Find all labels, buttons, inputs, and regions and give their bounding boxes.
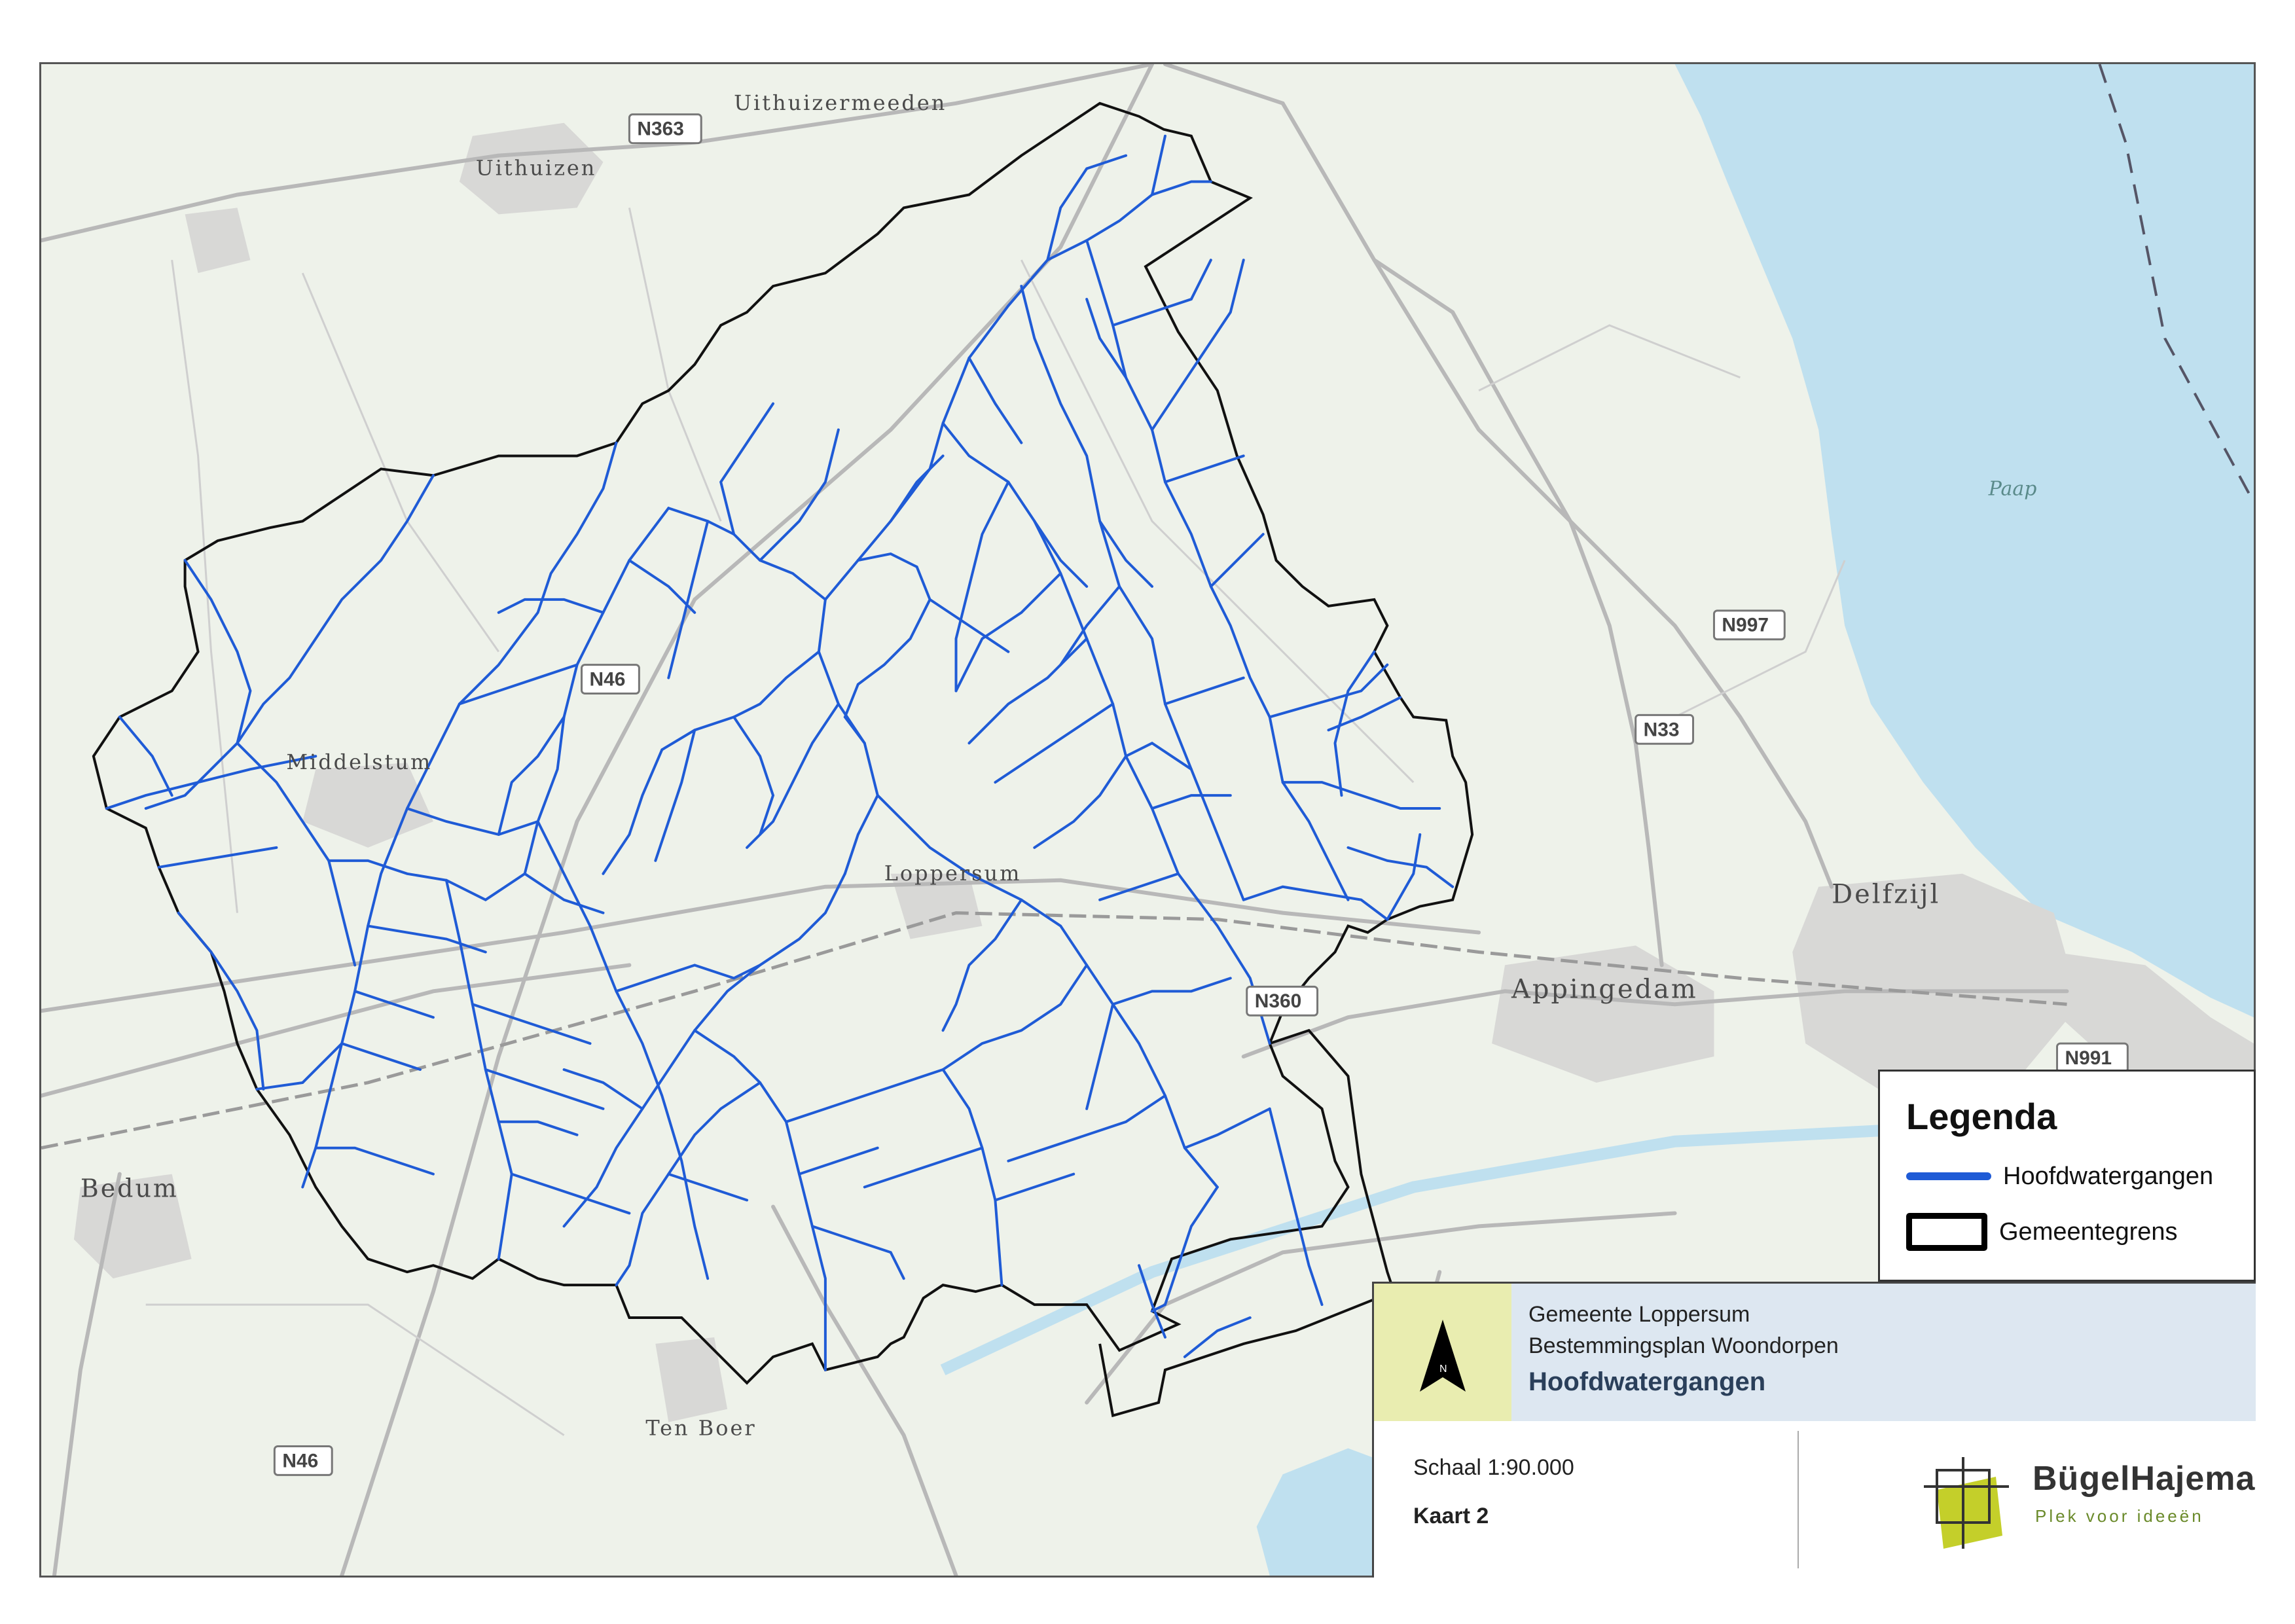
municipality-name: Gemeente Loppersum (1528, 1302, 1750, 1327)
place-label: Ten Boer (645, 1416, 756, 1441)
place-label: Bedum (81, 1174, 179, 1203)
map-title: Hoofdwatergangen (1528, 1367, 1766, 1396)
company-tagline: Plek voor ideeën (2035, 1506, 2204, 1526)
svg-text:N33: N33 (1644, 719, 1680, 740)
company-name: BügelHajema (2033, 1460, 2256, 1498)
legend-panel: Legenda Hoofdwatergangen Gemeentegrens (1878, 1070, 2256, 1282)
route-shield: N46 (273, 1445, 333, 1476)
north-arrow-box: N (1374, 1284, 1511, 1421)
place-label: Middelstum (286, 749, 432, 774)
svg-text:N991: N991 (2065, 1047, 2112, 1069)
svg-text:N: N (1439, 1363, 1447, 1375)
blue-line-symbol (1906, 1172, 1991, 1180)
legend-item-hoofdwatergangen: Hoofdwatergangen (1906, 1153, 2213, 1199)
svg-text:N363: N363 (637, 118, 684, 140)
route-shield: N360 (1246, 985, 1319, 1017)
legend-item-label: Hoofdwatergangen (2003, 1162, 2214, 1190)
north-arrow-icon: N (1420, 1320, 1466, 1392)
legend-item-gemeentegrens: Gemeentegrens (1906, 1209, 2178, 1255)
route-shield: N997 (1712, 609, 1786, 641)
route-shield: N33 (1635, 713, 1695, 745)
place-label: Uithuizen (476, 156, 597, 181)
route-shield: N363 (628, 113, 702, 145)
water-label: Paap (1988, 477, 2037, 500)
legend-item-label: Gemeentegrens (1999, 1218, 2178, 1246)
company-logo-icon (1924, 1457, 2009, 1549)
outline-box-symbol (1906, 1213, 1987, 1251)
sea-area (1674, 64, 2254, 1018)
route-shield: N991 (2056, 1042, 2129, 1074)
place-labels: Uithuizermeeden Uithuizen Middelstum Lop… (81, 90, 2036, 1441)
divider (1798, 1431, 1799, 1568)
plan-name: Bestemmingsplan Woondorpen (1528, 1333, 1839, 1358)
place-label: Appingedam (1511, 974, 1698, 1004)
place-label: Loppersum (884, 861, 1022, 886)
gemeentegrens-south (1098, 1028, 1396, 1418)
title-block: N Gemeente Loppersum Bestemmingsplan Woo… (1372, 1282, 2256, 1578)
place-label: Delfzijl (1832, 880, 1940, 910)
map-scale: Schaal 1:90.000 (1413, 1455, 1574, 1480)
legend-title: Legenda (1906, 1096, 2057, 1137)
sheet-number: Kaart 2 (1413, 1504, 1489, 1528)
svg-text:N46: N46 (282, 1450, 318, 1471)
gemeentegrens (92, 101, 1474, 1385)
svg-text:N360: N360 (1255, 990, 1302, 1012)
place-label: Uithuizermeeden (734, 90, 947, 115)
svg-text:N997: N997 (1722, 615, 1769, 636)
route-shield: N46 (581, 664, 640, 695)
svg-text:N46: N46 (590, 669, 626, 691)
